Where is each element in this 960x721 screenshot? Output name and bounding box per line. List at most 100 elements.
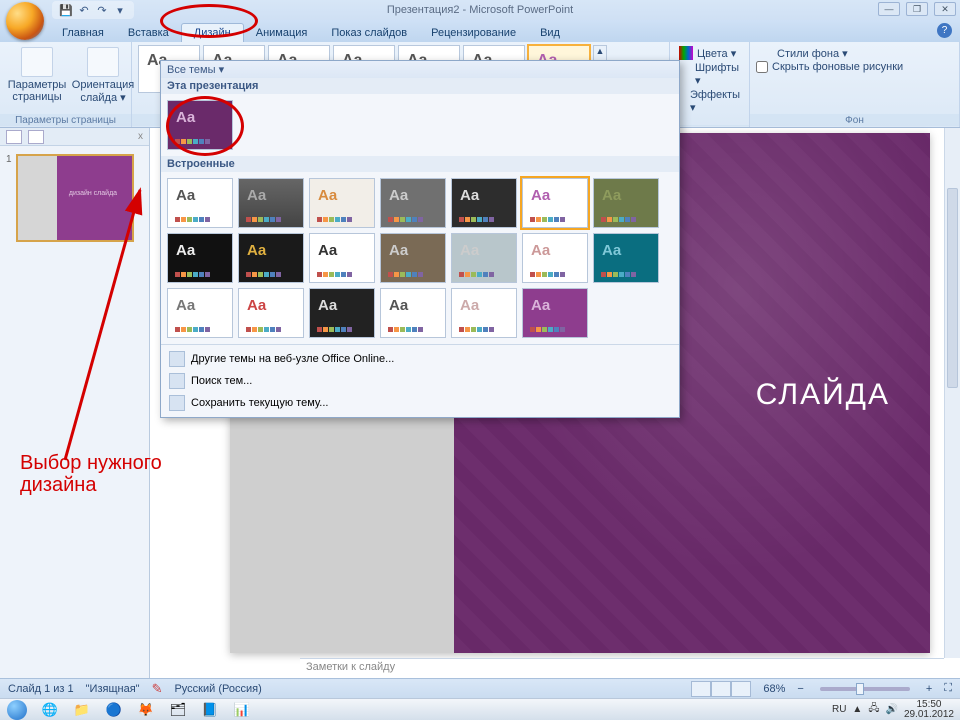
gallery-save-theme[interactable]: Сохранить текущую тему... bbox=[161, 392, 679, 414]
gallery-section-builtin: Встроенные bbox=[161, 156, 679, 172]
vertical-scrollbar[interactable] bbox=[944, 128, 960, 658]
task-folder-icon[interactable]: 🗂 bbox=[163, 700, 193, 720]
redo-icon[interactable]: ↷ bbox=[94, 2, 110, 18]
outline-view-icon[interactable] bbox=[28, 130, 44, 144]
gallery-more-online[interactable]: Другие темы на веб-узле Office Online... bbox=[161, 348, 679, 370]
zoom-in-icon[interactable]: + bbox=[926, 683, 932, 695]
slide-orientation-button[interactable]: Ориентация слайда ▾ bbox=[72, 45, 134, 106]
gallery-theme-thumb[interactable]: Aa bbox=[522, 178, 588, 228]
slide-thumb-text: дизайн слайда bbox=[69, 190, 117, 197]
tray-volume-icon[interactable]: 🔊 bbox=[885, 704, 897, 715]
effects-button[interactable]: Эффекты ▾ bbox=[676, 88, 743, 115]
help-icon[interactable]: ? bbox=[937, 23, 952, 38]
gallery-theme-thumb[interactable]: Aa bbox=[309, 288, 375, 338]
maximize-button[interactable]: ❐ bbox=[906, 2, 928, 16]
zoom-percent[interactable]: 68% bbox=[763, 683, 785, 695]
tray-clock[interactable]: 15:5029.01.2012 bbox=[904, 700, 954, 720]
page-setup-icon bbox=[21, 47, 53, 77]
gallery-theme-thumb[interactable]: Aa bbox=[309, 178, 375, 228]
gallery-header[interactable]: Все темы ▾ bbox=[161, 61, 679, 78]
tray-network-icon[interactable]: 🖧 bbox=[868, 701, 879, 718]
gallery-section-this: Эта презентация bbox=[161, 78, 679, 94]
tray-flag-icon[interactable]: ▲ bbox=[852, 704, 862, 715]
gallery-theme-thumb[interactable]: Aa bbox=[309, 233, 375, 283]
task-explorer-icon[interactable]: 📁 bbox=[67, 700, 97, 720]
sorter-view-icon[interactable] bbox=[711, 681, 731, 697]
slide-title-text: СЛАЙДА bbox=[756, 378, 890, 412]
status-bar: Слайд 1 из 1 "Изящная" ✎ Русский (Россия… bbox=[0, 678, 960, 698]
fonts-button[interactable]: Шрифты ▾ bbox=[676, 61, 743, 88]
page-setup-button[interactable]: Параметры страницы bbox=[6, 45, 68, 106]
title-bar: 💾 ↶ ↷ ▾ Презентация2 - Microsoft PowerPo… bbox=[0, 0, 960, 20]
status-slide-count: Слайд 1 из 1 bbox=[8, 683, 74, 695]
tab-design[interactable]: Дизайн bbox=[181, 23, 244, 42]
fonts-icon bbox=[679, 68, 691, 82]
tab-home[interactable]: Главная bbox=[50, 24, 116, 42]
zoom-slider[interactable] bbox=[820, 687, 910, 691]
group-title-themes2 bbox=[670, 125, 749, 126]
gallery-theme-thumb[interactable]: Aa bbox=[238, 233, 304, 283]
hide-bg-checkbox[interactable]: Скрыть фоновые рисунки bbox=[756, 61, 953, 73]
gallery-theme-thumb[interactable]: Aa bbox=[522, 233, 588, 283]
slide-thumbnail[interactable]: дизайн слайда bbox=[16, 154, 134, 242]
tab-slideshow[interactable]: Показ слайдов bbox=[319, 24, 419, 42]
tab-view[interactable]: Вид bbox=[528, 24, 572, 42]
ribbon-tabs: Главная Вставка Дизайн Анимация Показ сл… bbox=[0, 20, 960, 42]
gallery-search-themes[interactable]: Поиск тем... bbox=[161, 370, 679, 392]
minimize-button[interactable]: — bbox=[878, 2, 900, 16]
save-icon bbox=[169, 395, 185, 411]
notes-input[interactable]: Заметки к слайду bbox=[300, 658, 944, 678]
colors-button[interactable]: Цвета ▾ bbox=[676, 45, 743, 61]
gallery-theme-thumb[interactable]: Aa bbox=[380, 233, 446, 283]
task-ie-icon[interactable]: 🌐 bbox=[35, 700, 65, 720]
normal-view-icon[interactable] bbox=[691, 681, 711, 697]
office-button[interactable] bbox=[6, 2, 44, 40]
slideshow-view-icon[interactable] bbox=[731, 681, 751, 697]
windows-taskbar: 🌐 📁 🔵 🦊 🗂 📘 📊 RU ▲ 🖧 🔊 15:5029.01.2012 bbox=[0, 698, 960, 720]
fit-window-icon[interactable]: ⛶ bbox=[944, 682, 952, 695]
status-language[interactable]: Русский (Россия) bbox=[174, 683, 261, 695]
thumbnails-view-icon[interactable] bbox=[6, 130, 22, 144]
gallery-theme-thumb[interactable]: Aa bbox=[593, 178, 659, 228]
undo-icon[interactable]: ↶ bbox=[76, 2, 92, 18]
task-powerpoint-icon[interactable]: 📊 bbox=[227, 700, 257, 720]
start-button[interactable] bbox=[0, 699, 34, 721]
group-title-page: Параметры страницы bbox=[0, 114, 131, 126]
task-media-icon[interactable]: 🔵 bbox=[99, 700, 129, 720]
gallery-theme-thumb[interactable]: Aa bbox=[380, 178, 446, 228]
orientation-icon bbox=[87, 47, 119, 77]
zoom-out-icon[interactable]: − bbox=[797, 683, 803, 695]
gallery-theme-thumb[interactable]: Aa bbox=[238, 288, 304, 338]
gallery-theme-thumb[interactable]: Aa bbox=[167, 178, 233, 228]
gallery-theme-thumb[interactable]: Aa bbox=[451, 233, 517, 283]
background-styles-button[interactable]: Стили фона ▾ bbox=[756, 45, 953, 61]
spellcheck-icon[interactable]: ✎ bbox=[152, 681, 163, 697]
close-button[interactable]: ✕ bbox=[934, 2, 956, 16]
quick-access-toolbar: 💾 ↶ ↷ ▾ bbox=[52, 1, 134, 19]
close-pane-icon[interactable]: x bbox=[138, 131, 143, 142]
window-title: Презентация2 - Microsoft PowerPoint bbox=[387, 4, 573, 16]
qat-more-icon[interactable]: ▾ bbox=[112, 2, 128, 18]
annotation-text: Выбор нужного дизайна bbox=[20, 452, 162, 496]
gallery-theme-thumb[interactable]: Aa bbox=[167, 233, 233, 283]
tab-animation[interactable]: Анимация bbox=[244, 24, 320, 42]
gallery-theme-thumb[interactable]: Aa bbox=[451, 178, 517, 228]
slide-thumbnails-pane: x 1 дизайн слайда bbox=[0, 128, 150, 678]
tab-insert[interactable]: Вставка bbox=[116, 24, 181, 42]
gallery-theme-thumb[interactable]: Aa bbox=[593, 233, 659, 283]
gallery-theme-thumb[interactable]: Aa bbox=[451, 288, 517, 338]
gallery-theme-thumb[interactable]: Aa bbox=[167, 100, 233, 150]
status-theme-name: "Изящная" bbox=[86, 683, 140, 695]
gallery-theme-thumb[interactable]: Aa bbox=[522, 288, 588, 338]
tab-review[interactable]: Рецензирование bbox=[419, 24, 528, 42]
gallery-theme-thumb[interactable]: Aa bbox=[238, 178, 304, 228]
tray-lang[interactable]: RU bbox=[832, 704, 846, 715]
task-word-icon[interactable]: 📘 bbox=[195, 700, 225, 720]
search-icon bbox=[169, 373, 185, 389]
task-firefox-icon[interactable]: 🦊 bbox=[131, 700, 161, 720]
gallery-theme-thumb[interactable]: Aa bbox=[167, 288, 233, 338]
save-icon[interactable]: 💾 bbox=[58, 2, 74, 18]
globe-icon bbox=[169, 351, 185, 367]
bg-styles-icon bbox=[759, 46, 773, 60]
gallery-theme-thumb[interactable]: Aa bbox=[380, 288, 446, 338]
